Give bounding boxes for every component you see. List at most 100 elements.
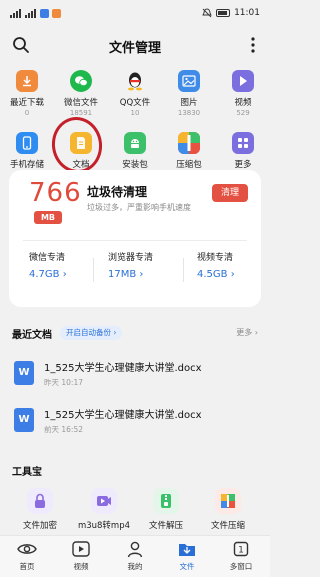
- category-videos[interactable]: 视频 529: [216, 70, 270, 117]
- junk-subtitle: 垃圾过多，严重影响手机速度: [87, 203, 191, 212]
- clean-item-label: 视频专清: [197, 253, 234, 263]
- doc-time: 前天 16:52: [44, 425, 83, 434]
- tool-label: m3u8转mp4: [77, 521, 131, 531]
- nav-mine[interactable]: 我的: [115, 540, 155, 572]
- status-right: 11:01: [202, 8, 260, 18]
- tool-m3u8-to-mp4[interactable]: m3u8转mp4: [73, 488, 135, 531]
- person-icon: [125, 540, 145, 558]
- recent-doc-row[interactable]: W 1_525大学生心理健康大讲堂.docx 昨天 10:17: [0, 353, 270, 401]
- category-phone-storage[interactable]: 手机存储: [0, 132, 54, 171]
- separator: [183, 258, 184, 282]
- image-icon: [178, 70, 200, 92]
- category-label: 图片: [180, 98, 198, 108]
- category-more[interactable]: 更多: [216, 132, 270, 171]
- clean-item-size: 17MB ›: [108, 269, 144, 280]
- category-count: 13830: [177, 109, 201, 117]
- category-qq-files[interactable]: QQ文件 10: [108, 70, 162, 117]
- lock-icon: [27, 488, 53, 514]
- junk-title: 垃圾待清理: [87, 185, 148, 199]
- tool-label: 文件加密: [22, 521, 57, 531]
- category-label: 最近下载: [9, 98, 44, 108]
- more-vertical-icon[interactable]: [250, 36, 256, 54]
- signal-icon-2: [25, 9, 37, 18]
- word-doc-icon: W: [14, 408, 34, 432]
- category-count: 529: [236, 109, 250, 117]
- category-wechat-files[interactable]: 微信文件 18591: [54, 70, 108, 117]
- qq-icon: [124, 70, 146, 92]
- category-label: 更多: [234, 160, 252, 170]
- wechat-icon: [70, 70, 92, 92]
- clean-item-label: 微信专清: [29, 253, 66, 263]
- eye-icon: [17, 540, 37, 558]
- category-recent-downloads[interactable]: 最近下载 0: [0, 70, 54, 117]
- nav-label: 文件: [179, 562, 195, 571]
- doc-time: 昨天 10:17: [44, 378, 83, 387]
- recent-docs-title: 最近文档: [12, 330, 52, 341]
- recent-doc-row[interactable]: W 1_525大学生心理健康大讲堂.docx 前天 16:52: [0, 400, 270, 448]
- nav-files[interactable]: 文件: [167, 540, 207, 572]
- doc-name: 1_525大学生心理健康大讲堂.docx: [44, 363, 202, 374]
- tool-file-compress[interactable]: 文件压缩: [197, 488, 259, 531]
- doc-name: 1_525大学生心理健康大讲堂.docx: [44, 410, 202, 421]
- nav-label: 视频: [73, 562, 89, 571]
- clean-item-label: 浏览器专清: [108, 253, 154, 263]
- word-doc-icon: W: [14, 361, 34, 385]
- auto-backup-button[interactable]: 开启自动备份 ›: [60, 326, 123, 340]
- category-count: 0: [24, 109, 30, 117]
- nav-label: 首页: [19, 562, 35, 571]
- clean-button[interactable]: 清理: [212, 184, 248, 202]
- apk-icon: [124, 132, 146, 154]
- category-count: 10: [130, 109, 140, 117]
- folder-icon: [177, 540, 197, 558]
- download-icon: [16, 70, 38, 92]
- nav-home[interactable]: 首页: [7, 540, 47, 572]
- category-label: 压缩包: [176, 160, 202, 170]
- category-count: 18591: [69, 109, 93, 117]
- recent-more-link[interactable]: 更多 ›: [236, 327, 258, 338]
- nav-multi-window[interactable]: 1 多窗口: [221, 540, 261, 572]
- video-play-icon: [71, 540, 91, 558]
- status-time: 11:01: [234, 8, 260, 18]
- bottom-nav: 首页 视频 我的 文件 1 多窗口: [0, 535, 270, 577]
- tool-file-unzip[interactable]: 文件解压: [135, 488, 197, 531]
- zip-icon: [215, 488, 241, 514]
- phone-storage-icon: [16, 132, 38, 154]
- category-label: 微信文件: [63, 98, 98, 108]
- status-bar: 11:01: [0, 0, 270, 30]
- category-images[interactable]: 图片 13830: [162, 70, 216, 117]
- battery-icon: [216, 9, 231, 17]
- notification-app-icon-2: [52, 9, 61, 18]
- tool-label: 文件解压: [148, 521, 183, 531]
- cleanup-card[interactable]: 766 MB 垃圾待清理 垃圾过多，严重影响手机速度 清理 微信专清 4.7GB…: [9, 170, 261, 307]
- category-label: 视频: [234, 98, 252, 108]
- notification-app-icon: [40, 9, 49, 18]
- clean-item-video[interactable]: 视频专清 4.5GB ›: [197, 250, 235, 280]
- window-count-icon: 1: [231, 540, 251, 558]
- tool-file-encrypt[interactable]: 文件加密: [9, 488, 71, 531]
- nav-video[interactable]: 视频: [61, 540, 101, 572]
- tool-label: 文件压缩: [210, 521, 245, 531]
- junk-unit-badge: MB: [34, 211, 62, 224]
- clean-item-size: 4.5GB ›: [197, 269, 235, 280]
- toolbox-title: 工具宝: [12, 467, 42, 478]
- category-label: 安装包: [122, 160, 148, 170]
- clean-item-size: 4.7GB ›: [29, 269, 67, 280]
- junk-size: 766: [29, 178, 82, 208]
- separator: [93, 258, 94, 282]
- card-divider: [23, 240, 247, 241]
- mute-icon: [202, 8, 212, 18]
- archive-icon: [178, 132, 200, 154]
- category-label: 手机存储: [9, 160, 44, 170]
- window-count: 1: [238, 546, 244, 556]
- nav-label: 多窗口: [229, 562, 253, 571]
- convert-video-icon: [91, 488, 117, 514]
- clean-item-wechat[interactable]: 微信专清 4.7GB ›: [29, 250, 67, 280]
- clean-item-browser[interactable]: 浏览器专清 17MB ›: [108, 250, 153, 280]
- nav-label: 我的: [127, 562, 143, 571]
- category-label: QQ文件: [119, 98, 151, 108]
- video-icon: [232, 70, 254, 92]
- status-left: [10, 9, 61, 18]
- unzip-icon: [153, 488, 179, 514]
- signal-icon: [10, 9, 22, 18]
- app-header: 文件管理: [0, 30, 270, 60]
